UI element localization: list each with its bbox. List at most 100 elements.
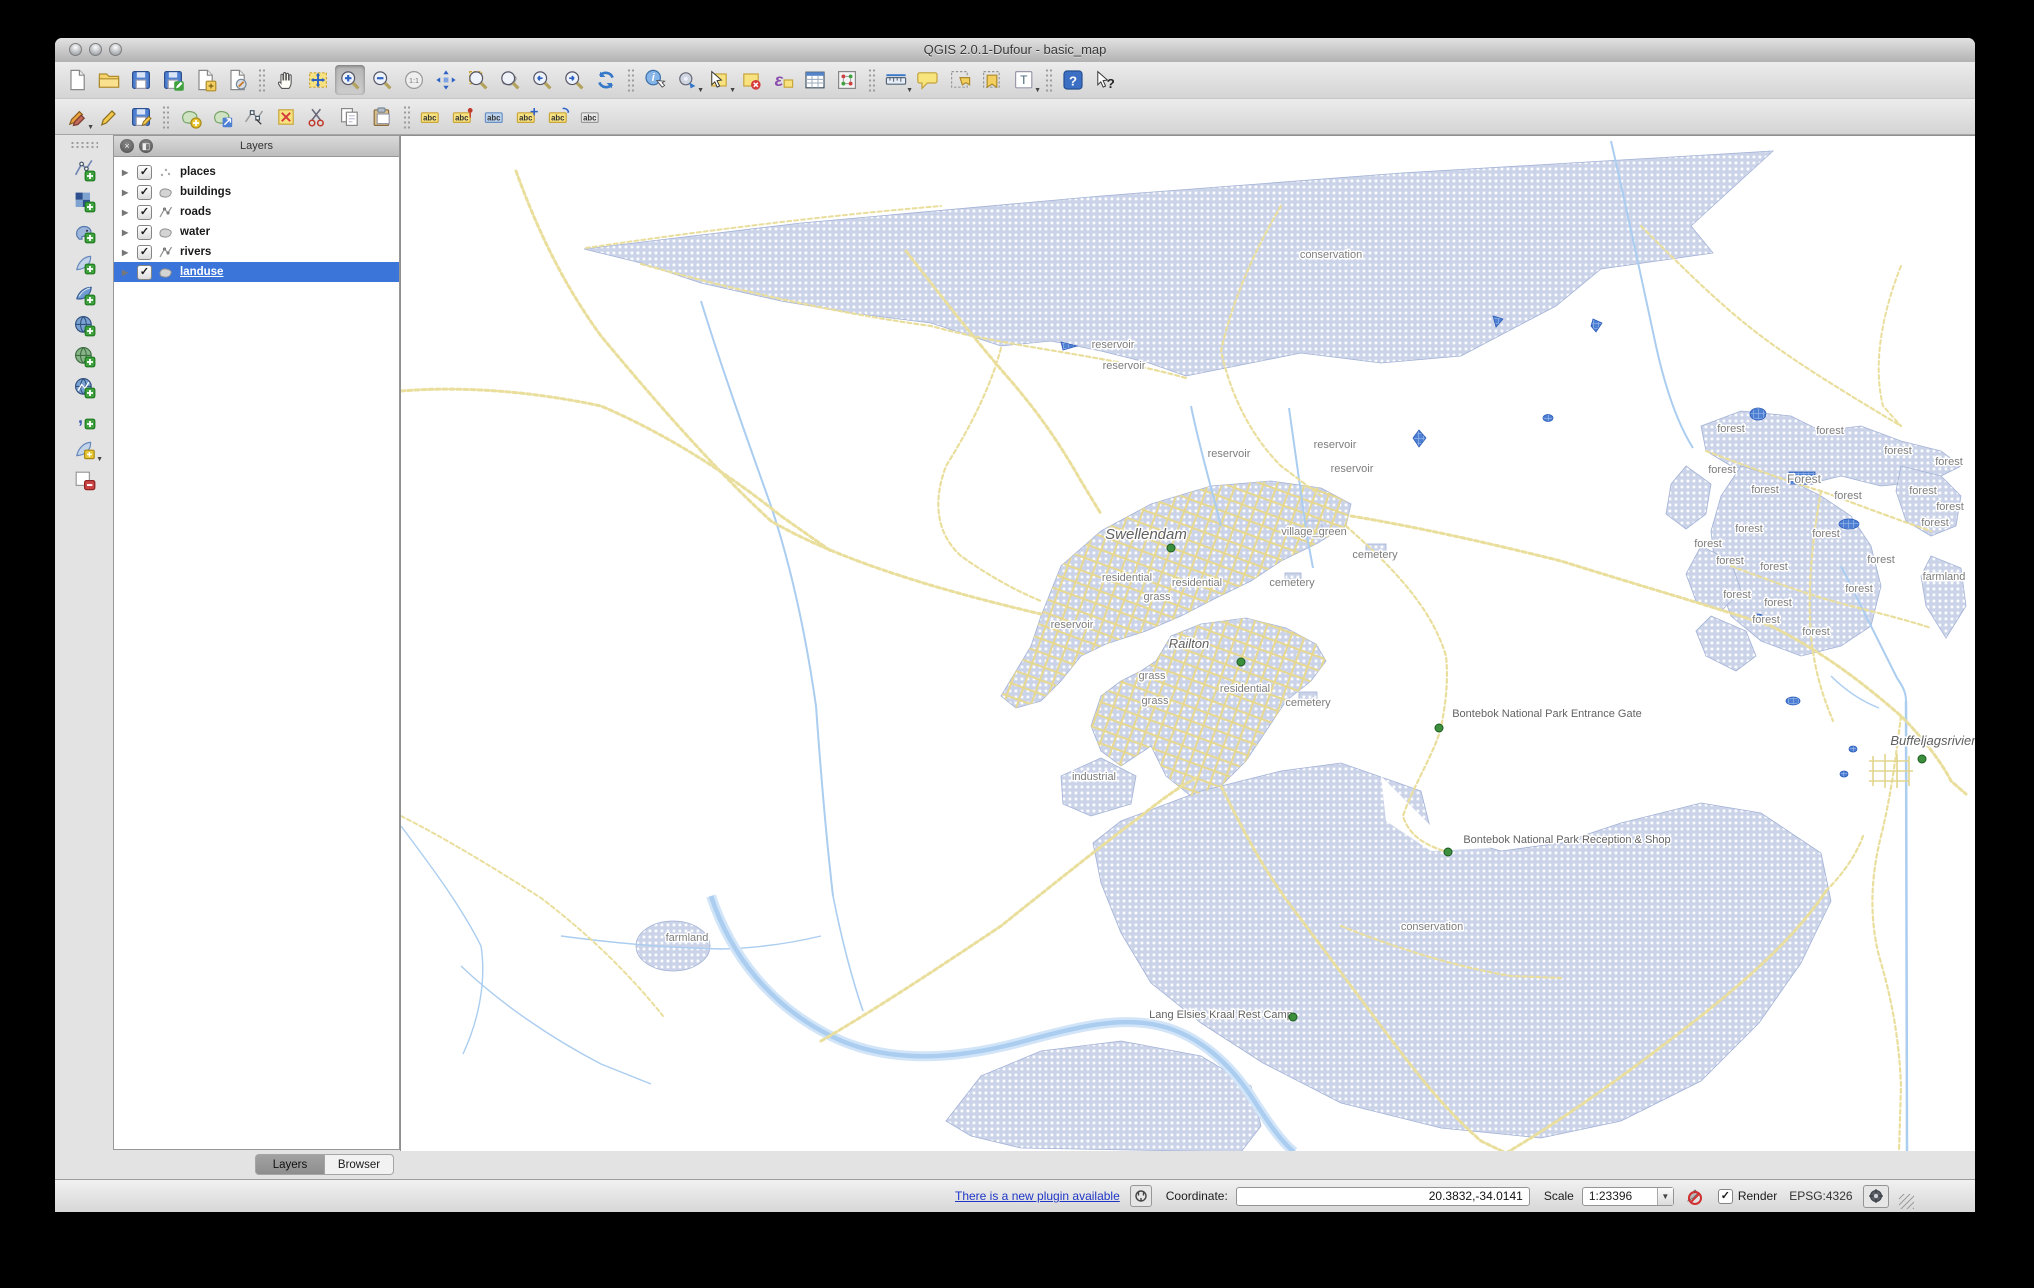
expand-arrow-icon[interactable]: ▶ bbox=[122, 228, 132, 237]
svg-text:Lang Elsies Kraal Rest Camp: Lang Elsies Kraal Rest Camp bbox=[1149, 1009, 1293, 1021]
minimize-window-button[interactable] bbox=[89, 43, 102, 56]
label-pin-button[interactable]: abc bbox=[448, 102, 478, 132]
whats-this-button[interactable]: ? bbox=[1090, 65, 1120, 95]
zoom-native-button[interactable]: 1:1 bbox=[399, 65, 429, 95]
layer-visibility-checkbox[interactable]: ✓ bbox=[137, 164, 152, 180]
plugin-icon[interactable] bbox=[1129, 1185, 1152, 1207]
expand-arrow-icon[interactable]: ▶ bbox=[122, 188, 132, 197]
add-wms-layer-button[interactable] bbox=[67, 309, 101, 340]
layer-visibility-checkbox[interactable]: ✓ bbox=[137, 264, 152, 280]
zoom-next-button[interactable] bbox=[559, 65, 589, 95]
measure-button[interactable]: ▼ bbox=[881, 65, 913, 95]
layer-item-landuse[interactable]: ▶ ✓ landuse bbox=[114, 262, 399, 282]
zoom-to-selection-button[interactable] bbox=[463, 65, 493, 95]
copy-features-button[interactable] bbox=[335, 102, 365, 132]
remove-layer-button[interactable] bbox=[67, 464, 101, 495]
crs-button[interactable] bbox=[1862, 1184, 1889, 1208]
text-annotation-button[interactable]: T ▼ bbox=[1009, 65, 1041, 95]
add-delimited-text-layer-button[interactable]: , bbox=[67, 402, 101, 433]
panel-tab-layers[interactable]: Layers bbox=[255, 1154, 325, 1175]
add-wfs-layer-button[interactable] bbox=[67, 371, 101, 402]
deselect-features-button[interactable] bbox=[736, 65, 766, 95]
new-bookmark-button[interactable] bbox=[945, 65, 975, 95]
move-feature-button[interactable] bbox=[207, 102, 237, 132]
add-wcs-layer-button[interactable] bbox=[67, 340, 101, 371]
titlebar[interactable]: QGIS 2.0.1-Dufour - basic_map bbox=[55, 38, 1975, 63]
expand-arrow-icon[interactable]: ▶ bbox=[122, 268, 132, 277]
label-rotate-button[interactable]: abc bbox=[544, 102, 574, 132]
layer-item-buildings[interactable]: ▶ ✓ buildings bbox=[114, 182, 399, 202]
pan-to-selection-button[interactable] bbox=[303, 65, 333, 95]
resize-grip[interactable] bbox=[1898, 1193, 1914, 1209]
render-checkbox[interactable]: ✓ bbox=[1717, 1188, 1733, 1204]
refresh-button[interactable] bbox=[591, 65, 621, 95]
new-project-button[interactable] bbox=[62, 65, 92, 95]
toggle-editing-button[interactable] bbox=[94, 102, 124, 132]
label-show-hide-button[interactable]: abc bbox=[480, 102, 510, 132]
paste-features-button[interactable] bbox=[367, 102, 397, 132]
toolbar-drag-handle[interactable] bbox=[70, 141, 98, 150]
save-edits-button[interactable] bbox=[126, 102, 156, 132]
layer-item-roads[interactable]: ▶ ✓ roads bbox=[114, 202, 399, 222]
scale-combo[interactable]: 1:23396 ▼ bbox=[1581, 1186, 1674, 1206]
zoom-in-button[interactable] bbox=[335, 65, 365, 95]
attribute-table-button[interactable] bbox=[800, 65, 830, 95]
coordinate-input[interactable] bbox=[1235, 1186, 1530, 1206]
open-project-button[interactable] bbox=[94, 65, 124, 95]
stop-render-icon[interactable] bbox=[1682, 1186, 1704, 1206]
labeling-button[interactable]: abc bbox=[416, 102, 446, 132]
expand-arrow-icon[interactable]: ▶ bbox=[122, 208, 132, 217]
new-shapefile-layer-button[interactable]: ▼ bbox=[67, 433, 103, 464]
layer-name: roads bbox=[180, 206, 212, 218]
layer-visibility-checkbox[interactable]: ✓ bbox=[137, 224, 152, 240]
select-features-button[interactable]: ▼ bbox=[704, 65, 736, 95]
panel-tab-browser[interactable]: Browser bbox=[325, 1154, 394, 1175]
zoom-last-button[interactable] bbox=[527, 65, 557, 95]
map-canvas[interactable]: conservation reservoir reservoir reservoir r… bbox=[400, 135, 1975, 1151]
zoom-to-layer-button[interactable] bbox=[495, 65, 525, 95]
scale-dropdown-arrow[interactable]: ▼ bbox=[1656, 1187, 1673, 1205]
layer-item-water[interactable]: ▶ ✓ water bbox=[114, 222, 399, 242]
delete-selected-button[interactable] bbox=[271, 102, 301, 132]
add-vector-layer-button[interactable] bbox=[67, 154, 101, 185]
layer-item-rivers[interactable]: ▶ ✓ rivers bbox=[114, 242, 399, 262]
layer-item-places[interactable]: ▶ ✓ places bbox=[114, 162, 399, 182]
composer-manager-button[interactable] bbox=[222, 65, 252, 95]
expand-arrow-icon[interactable]: ▶ bbox=[122, 168, 132, 177]
add-feature-button[interactable] bbox=[175, 102, 205, 132]
current-edits-button[interactable]: ▼ bbox=[62, 102, 94, 132]
add-postgis-layer-button[interactable] bbox=[67, 216, 101, 247]
add-spatialite-layer-button[interactable] bbox=[67, 247, 101, 278]
show-bookmarks-button[interactable] bbox=[977, 65, 1007, 95]
identify-button[interactable]: i bbox=[640, 65, 670, 95]
zoom-full-button[interactable] bbox=[431, 65, 461, 95]
run-feature-action-button[interactable]: ▼ bbox=[672, 65, 704, 95]
save-project-button[interactable] bbox=[126, 65, 156, 95]
add-mssql-layer-button[interactable] bbox=[67, 278, 101, 309]
panel-float-button[interactable]: ◧ bbox=[139, 139, 153, 153]
cut-features-button[interactable] bbox=[303, 102, 333, 132]
expand-arrow-icon[interactable]: ▶ bbox=[122, 248, 132, 257]
select-by-expression-button[interactable]: ε bbox=[768, 65, 798, 95]
close-window-button[interactable] bbox=[69, 43, 82, 56]
panel-close-button[interactable]: × bbox=[120, 139, 134, 153]
help-button[interactable]: ? bbox=[1058, 65, 1088, 95]
pan-map-button[interactable] bbox=[271, 65, 301, 95]
field-calculator-button[interactable] bbox=[832, 65, 862, 95]
layer-list: ▶ ✓ places ▶ ✓ buildings ▶ ✓ roads ▶ ✓ water ▶ ✓ river… bbox=[114, 157, 399, 282]
zoom-window-button[interactable] bbox=[109, 43, 122, 56]
layer-visibility-checkbox[interactable]: ✓ bbox=[137, 184, 152, 200]
node-tool-button[interactable] bbox=[239, 102, 269, 132]
layer-visibility-checkbox[interactable]: ✓ bbox=[137, 204, 152, 220]
layer-name: water bbox=[180, 226, 211, 238]
map-tips-button[interactable] bbox=[913, 65, 943, 95]
add-raster-layer-button[interactable] bbox=[67, 185, 101, 216]
label-properties-button[interactable]: abc bbox=[576, 102, 606, 132]
save-project-as-button[interactable] bbox=[158, 65, 188, 95]
svg-text:Railton: Railton bbox=[1169, 636, 1209, 651]
zoom-out-button[interactable] bbox=[367, 65, 397, 95]
new-composer-button[interactable] bbox=[190, 65, 220, 95]
layer-visibility-checkbox[interactable]: ✓ bbox=[137, 244, 152, 260]
label-move-button[interactable]: abc bbox=[512, 102, 542, 132]
plugin-available-link[interactable]: There is a new plugin available bbox=[955, 1189, 1120, 1203]
